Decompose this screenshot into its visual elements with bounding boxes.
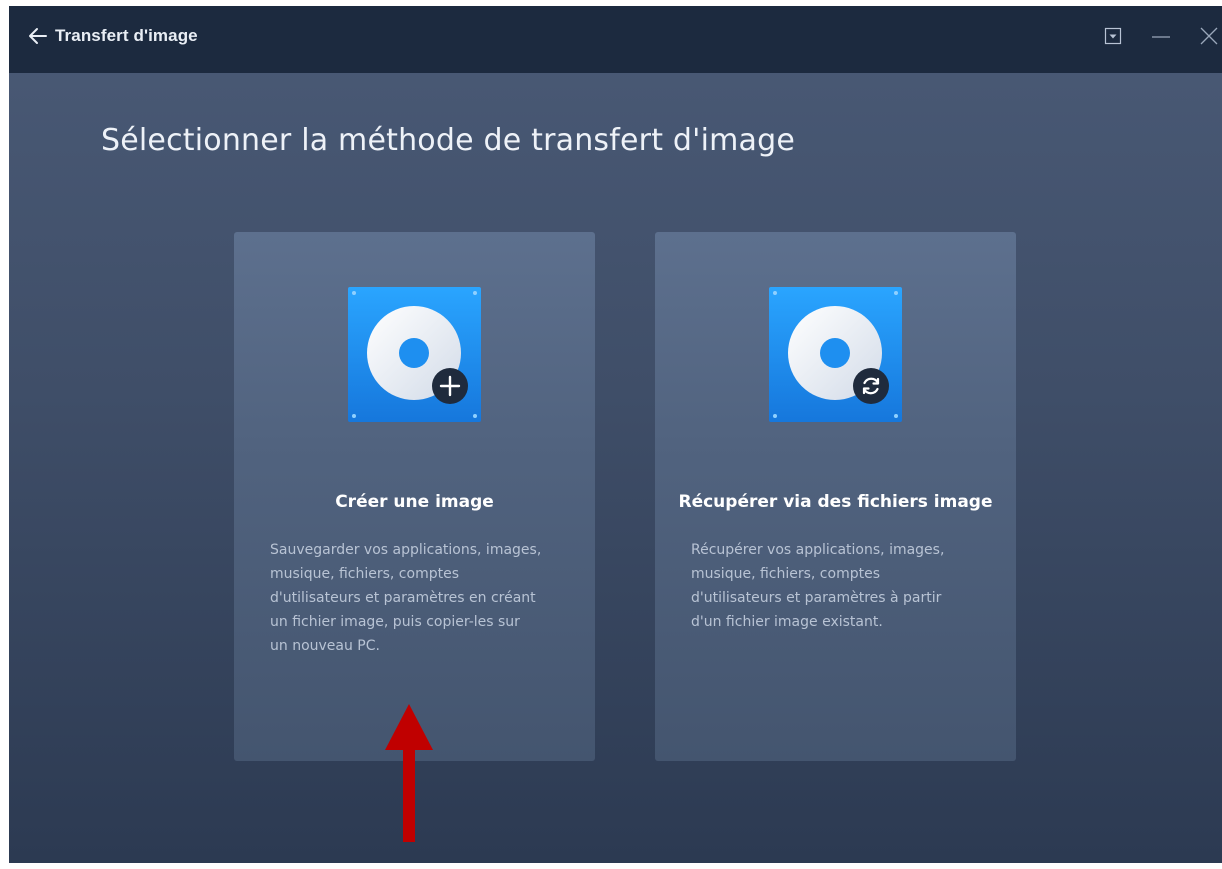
description-line: Récupérer vos applications, images, (691, 542, 945, 558)
disk-image-restore-icon (769, 287, 902, 422)
recover-image-title: Récupérer via des fichiers image (678, 492, 993, 512)
description-line: musique, fichiers, comptes (270, 566, 459, 582)
description-line: un fichier image, puis copier-les sur (270, 614, 520, 630)
close-icon (1200, 27, 1218, 45)
description-line: d'utilisateurs et paramètres à partir (691, 590, 942, 606)
back-button[interactable]: Transfert d'image (27, 23, 198, 49)
description-line: d'un fichier image existant. (691, 614, 883, 630)
dropdown-menu-icon (1104, 27, 1122, 45)
close-button[interactable] (1196, 24, 1222, 48)
minimize-button[interactable] (1148, 24, 1174, 48)
disk-image-add-icon (348, 287, 481, 422)
create-image-description: Sauvegarder vos applications, images, mu… (270, 538, 570, 658)
page-title: Sélectionner la méthode de transfert d'i… (101, 123, 796, 158)
window-title: Transfert d'image (55, 26, 198, 45)
minimize-icon (1152, 36, 1170, 38)
description-line: musique, fichiers, comptes (691, 566, 880, 582)
back-arrow-icon (27, 25, 49, 47)
description-line: Sauvegarder vos applications, images, (270, 542, 542, 558)
description-line: d'utilisateurs et paramètres en créant (270, 590, 536, 606)
create-image-card[interactable]: Créer une image Sauvegarder vos applicat… (234, 232, 595, 761)
red-up-arrow-icon (385, 704, 433, 842)
menu-dropdown-button[interactable] (1100, 24, 1126, 48)
app-window: Transfert d'image Sélectionner la méthod… (9, 6, 1222, 863)
title-bar: Transfert d'image (9, 6, 1222, 73)
recover-image-description: Récupérer vos applications, images, musi… (691, 538, 991, 634)
description-line: un nouveau PC. (270, 638, 380, 654)
recover-image-card[interactable]: Récupérer via des fichiers image Récupér… (655, 232, 1016, 761)
window-controls (1078, 24, 1222, 48)
create-image-title: Créer une image (335, 492, 494, 512)
